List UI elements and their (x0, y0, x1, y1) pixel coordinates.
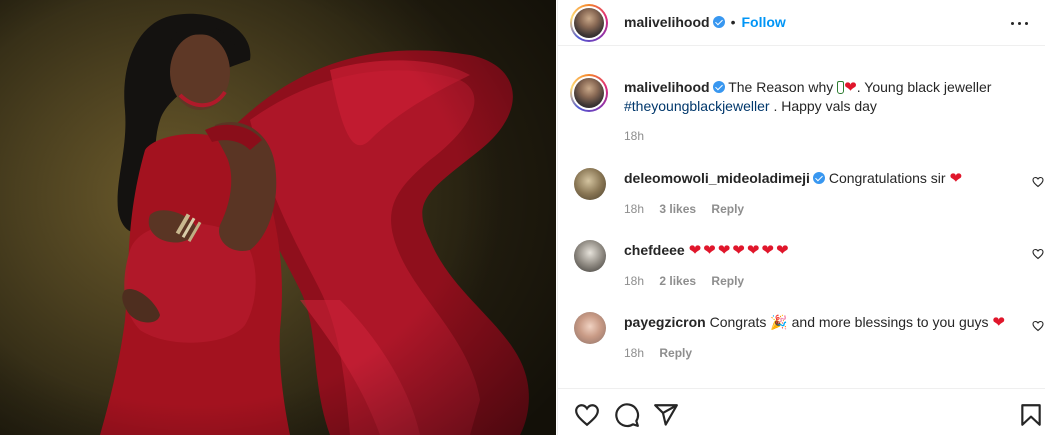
comment-likes[interactable]: 2 likes (659, 274, 696, 288)
verified-badge-icon (812, 172, 825, 184)
comment-body-part2: and more blessings to you guys (791, 314, 989, 330)
caption-text-part1: The Reason why (728, 79, 834, 95)
comment-likes[interactable]: 3 likes (659, 202, 696, 216)
verified-badge-icon (712, 16, 725, 28)
photo-illustration (0, 0, 556, 435)
comment-time[interactable]: 18h (624, 274, 644, 288)
reply-button[interactable]: Reply (711, 274, 744, 288)
heart-outline-icon[interactable] (574, 402, 600, 428)
comment-meta: 18h 2 likes Reply (624, 274, 756, 288)
share-icon[interactable] (653, 402, 679, 428)
caption-time[interactable]: 18h (624, 129, 644, 143)
heart-emoji-icon: ❤ (992, 314, 1005, 331)
bookmark-icon[interactable] (1018, 402, 1044, 428)
comment-time[interactable]: 18h (624, 202, 644, 216)
comment-body-part1: Congrats (709, 314, 767, 330)
header-separator: • (730, 14, 736, 30)
commenter-avatar[interactable] (574, 312, 606, 344)
post-photo[interactable] (0, 0, 556, 435)
verified-badge-icon (712, 81, 725, 93)
comment-text: chefdeee ❤❤❤❤❤❤❤ (624, 241, 1006, 260)
caption-text-part3: . Happy vals day (773, 98, 877, 114)
commenter-avatar[interactable] (574, 240, 606, 272)
comment-time[interactable]: 18h (624, 346, 644, 360)
comment-text: deleomowoli_mideoladimeji Congratulation… (624, 169, 1006, 188)
heart-emoji-icon: ❤ (844, 79, 857, 96)
comment-meta: 18h 3 likes Reply (624, 202, 756, 216)
comment-username[interactable]: chefdeee (624, 242, 685, 258)
follow-button[interactable]: Follow (741, 14, 785, 30)
more-options-icon[interactable] (1010, 16, 1030, 30)
caption-meta: 18h (624, 129, 656, 143)
comment-username[interactable]: payegzicron (624, 314, 706, 330)
comment-icon[interactable] (614, 402, 640, 428)
post-header: malivelihood • Follow (558, 0, 1045, 46)
comment-text: payegzicron Congrats 🎉 and more blessing… (624, 313, 1006, 332)
caption-text-part2: . Young black jeweller (856, 79, 992, 95)
post-details-panel: malivelihood • Follow malivelihood The Rea… (557, 0, 1045, 435)
comment-meta: 18h Reply (624, 346, 704, 360)
hearts-emoji-icon: ❤❤❤❤❤❤❤ (688, 242, 791, 259)
caption-hashtag[interactable]: #theyoungblackjeweller (624, 98, 770, 114)
comment-body: Congratulations sir (828, 170, 946, 186)
caption-text: malivelihood The Reason why ❤. Young bla… (624, 78, 1006, 115)
author-avatar[interactable] (570, 4, 608, 42)
reply-button[interactable]: Reply (711, 202, 744, 216)
comment-username[interactable]: deleomowoli_mideoladimeji (624, 170, 810, 186)
reply-button[interactable]: Reply (659, 346, 692, 360)
party-emoji-icon: 🎉 (770, 314, 788, 330)
heart-emoji-icon: ❤ (949, 170, 963, 187)
caption-avatar[interactable] (570, 74, 608, 112)
header-info: malivelihood • Follow (624, 14, 786, 30)
caption-username[interactable]: malivelihood (624, 79, 710, 95)
heart-outline-icon[interactable] (1032, 248, 1044, 260)
post-action-bar (558, 388, 1045, 435)
heart-outline-icon[interactable] (1032, 320, 1044, 332)
commenter-avatar[interactable] (574, 168, 606, 200)
header-username[interactable]: malivelihood (624, 14, 710, 30)
heart-outline-icon[interactable] (1032, 176, 1044, 188)
